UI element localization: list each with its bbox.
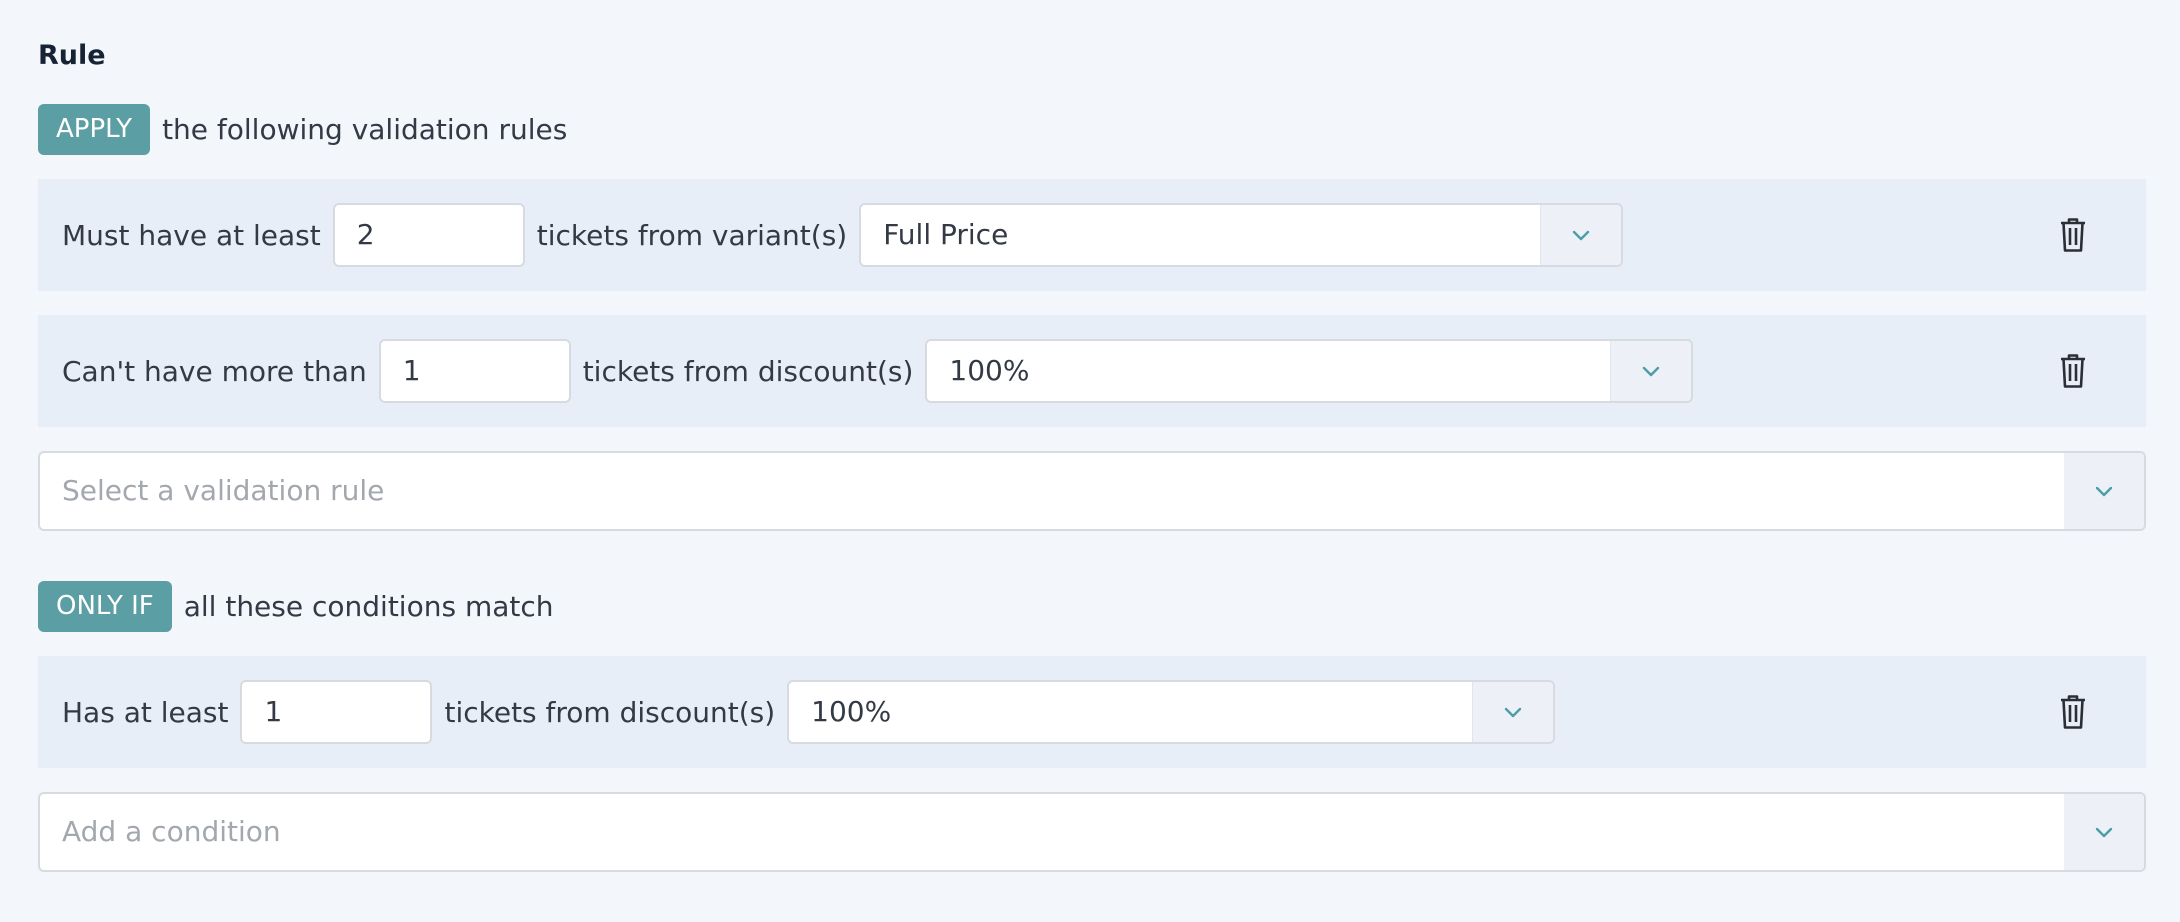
apply-header: APPLY the following validation rules: [38, 104, 567, 155]
trash-icon[interactable]: [2056, 215, 2090, 255]
chevron-down-icon[interactable]: [1610, 341, 1692, 401]
chevron-down-icon[interactable]: [2064, 453, 2144, 529]
rule-prefix-label: Can't have more than: [62, 354, 367, 388]
quantity-input[interactable]: 2: [332, 203, 525, 267]
section-title: Rule: [38, 40, 106, 71]
add-validation-rule-placeholder: Select a validation rule: [62, 474, 385, 507]
discount-select[interactable]: 100%: [787, 680, 1556, 744]
chevron-down-icon[interactable]: [1472, 682, 1554, 742]
quantity-input[interactable]: 1: [378, 339, 571, 403]
chevron-down-icon[interactable]: [2064, 794, 2144, 870]
rule-middle-label: tickets from variant(s): [536, 218, 848, 252]
quantity-input[interactable]: 1: [240, 680, 433, 744]
discount-select-value: 100%: [811, 695, 892, 728]
only-if-header: ONLY IF all these conditions match: [38, 581, 554, 632]
variant-select-value: Full Price: [883, 218, 1009, 251]
only-if-tag: ONLY IF: [38, 581, 172, 632]
discount-select[interactable]: 100%: [925, 339, 1694, 403]
condition-prefix-label: Has at least: [62, 695, 229, 729]
rule-middle-label: tickets from discount(s): [582, 354, 914, 388]
validation-rule-row: Can't have more than 1 tickets from disc…: [38, 315, 2146, 427]
validation-rule-row: Must have at least 2 tickets from varian…: [38, 179, 2146, 291]
apply-tag: APPLY: [38, 104, 151, 155]
condition-row: Has at least 1 tickets from discount(s) …: [38, 656, 2146, 768]
add-condition-select[interactable]: Add a condition: [38, 792, 2146, 872]
only-if-description: all these conditions match: [183, 590, 554, 623]
apply-description: the following validation rules: [162, 113, 568, 146]
discount-select-value: 100%: [949, 354, 1030, 387]
add-condition-placeholder: Add a condition: [62, 815, 281, 848]
condition-middle-label: tickets from discount(s): [444, 695, 776, 729]
trash-icon[interactable]: [2056, 692, 2090, 732]
add-validation-rule-select[interactable]: Select a validation rule: [38, 451, 2146, 531]
variant-select[interactable]: Full Price: [859, 203, 1624, 267]
trash-icon[interactable]: [2056, 351, 2090, 391]
chevron-down-icon[interactable]: [1540, 205, 1622, 265]
rule-prefix-label: Must have at least: [62, 218, 321, 252]
